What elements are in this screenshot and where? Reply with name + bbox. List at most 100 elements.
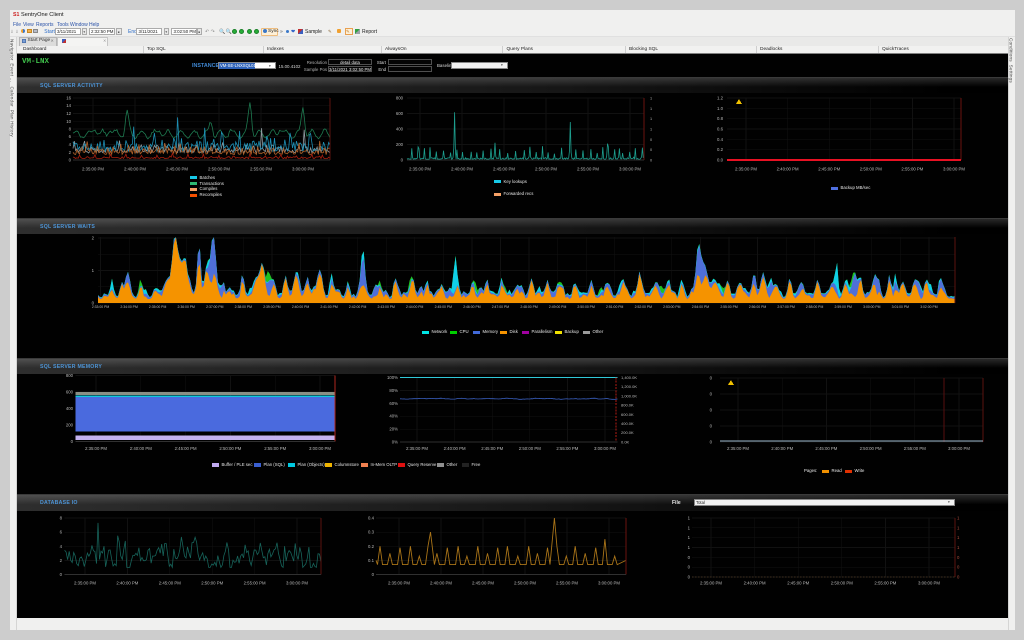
svg-text:6: 6	[60, 530, 63, 535]
svg-text:2:50:00 PM: 2:50:00 PM	[535, 167, 557, 172]
svg-text:2:56:00 PM: 2:56:00 PM	[749, 305, 767, 309]
svg-text:1: 1	[957, 535, 960, 540]
svg-text:2:40:00 PM: 2:40:00 PM	[430, 581, 452, 586]
svg-text:400: 400	[66, 406, 74, 411]
svg-text:2:40:00 PM: 2:40:00 PM	[444, 446, 466, 451]
svg-text:3:00:00 PM: 3:00:00 PM	[292, 167, 314, 172]
svg-text:2:35:00 PM: 2:35:00 PM	[727, 446, 749, 451]
svg-text:2:45:00 PM: 2:45:00 PM	[166, 167, 188, 172]
svg-text:200: 200	[66, 422, 74, 427]
svg-text:0.1: 0.1	[368, 558, 375, 563]
svg-text:2:45:00 PM: 2:45:00 PM	[175, 446, 197, 451]
svg-text:2:55:00 PM: 2:55:00 PM	[577, 167, 599, 172]
svg-text:0%: 0%	[392, 440, 398, 445]
svg-text:2:35:00 PM: 2:35:00 PM	[406, 446, 428, 451]
svg-text:2:33:00 PM: 2:33:00 PM	[92, 305, 110, 309]
svg-text:1: 1	[688, 535, 691, 540]
svg-text:3:00:00 PM: 3:00:00 PM	[286, 581, 308, 586]
svg-text:8: 8	[69, 127, 72, 132]
svg-text:10: 10	[66, 119, 71, 124]
svg-text:2:37:00 PM: 2:37:00 PM	[206, 305, 224, 309]
svg-text:2:59:00 PM: 2:59:00 PM	[835, 305, 853, 309]
svg-text:0: 0	[60, 572, 63, 577]
svg-text:2:50:00 PM: 2:50:00 PM	[514, 581, 536, 586]
svg-text:2:50:00 PM: 2:50:00 PM	[860, 446, 882, 451]
svg-text:0: 0	[71, 439, 74, 444]
svg-text:800.0K: 800.0K	[621, 403, 634, 408]
svg-text:0: 0	[688, 555, 691, 560]
svg-text:2:35:00 PM: 2:35:00 PM	[735, 167, 757, 172]
svg-text:4: 4	[60, 544, 63, 549]
svg-text:0: 0	[372, 572, 375, 577]
svg-text:16: 16	[66, 96, 71, 101]
svg-text:600: 600	[66, 390, 74, 395]
svg-text:1: 1	[957, 516, 960, 521]
svg-text:2:36:00 PM: 2:36:00 PM	[178, 305, 196, 309]
svg-text:0: 0	[401, 158, 404, 163]
svg-text:2:58:00 PM: 2:58:00 PM	[806, 305, 824, 309]
svg-text:2: 2	[92, 236, 95, 241]
svg-text:0: 0	[710, 424, 713, 429]
svg-text:1,000.0K: 1,000.0K	[621, 393, 637, 398]
svg-text:2:55:00 PM: 2:55:00 PM	[720, 305, 738, 309]
svg-text:2:55:00 PM: 2:55:00 PM	[556, 581, 578, 586]
svg-text:1: 1	[650, 107, 652, 111]
svg-text:2:57:00 PM: 2:57:00 PM	[777, 305, 795, 309]
svg-text:3:00:00 PM: 3:00:00 PM	[943, 167, 965, 172]
svg-text:800: 800	[396, 96, 404, 101]
svg-text:2:43:00 PM: 2:43:00 PM	[378, 305, 396, 309]
svg-text:2:35:00 PM: 2:35:00 PM	[85, 446, 107, 451]
svg-text:0: 0	[650, 159, 652, 163]
svg-text:0.0: 0.0	[717, 158, 724, 163]
svg-text:0.8: 0.8	[717, 116, 724, 121]
svg-text:2:50:00 PM: 2:50:00 PM	[208, 167, 230, 172]
svg-text:2:44:00 PM: 2:44:00 PM	[406, 305, 424, 309]
svg-text:1: 1	[688, 516, 691, 521]
svg-text:0: 0	[957, 575, 960, 580]
svg-text:2:55:00 PM: 2:55:00 PM	[874, 581, 896, 586]
svg-text:2:45:00 PM: 2:45:00 PM	[435, 305, 453, 309]
svg-text:2:50:00 PM: 2:50:00 PM	[201, 581, 223, 586]
svg-text:0.6: 0.6	[717, 127, 724, 132]
svg-text:600.0K: 600.0K	[621, 412, 634, 417]
svg-text:800: 800	[66, 373, 74, 378]
svg-text:2:39:00 PM: 2:39:00 PM	[263, 305, 281, 309]
svg-text:3:00:00 PM: 3:00:00 PM	[863, 305, 881, 309]
svg-text:2:47:00 PM: 2:47:00 PM	[492, 305, 510, 309]
svg-text:1: 1	[650, 97, 652, 101]
svg-text:0: 0	[650, 148, 652, 152]
svg-text:2:45:00 PM: 2:45:00 PM	[818, 167, 840, 172]
svg-text:2: 2	[69, 150, 72, 155]
svg-text:2: 2	[60, 558, 63, 563]
svg-text:2:40:00 PM: 2:40:00 PM	[451, 167, 473, 172]
svg-text:2:55:00 PM: 2:55:00 PM	[264, 446, 286, 451]
svg-text:0: 0	[710, 440, 713, 445]
svg-text:2:35:00 PM: 2:35:00 PM	[409, 167, 431, 172]
svg-text:0.0K: 0.0K	[621, 439, 630, 444]
svg-text:60%: 60%	[389, 401, 398, 406]
svg-text:0.4: 0.4	[368, 516, 375, 521]
svg-text:0: 0	[650, 138, 652, 142]
svg-text:2:40:00 PM: 2:40:00 PM	[292, 305, 310, 309]
svg-text:3:00:00 PM: 3:00:00 PM	[594, 446, 616, 451]
svg-text:2:40:00 PM: 2:40:00 PM	[130, 446, 152, 451]
svg-text:1: 1	[957, 545, 960, 550]
svg-text:0.3: 0.3	[368, 530, 375, 535]
svg-text:80%: 80%	[389, 388, 398, 393]
svg-text:0: 0	[957, 565, 960, 570]
svg-text:2:50:00 PM: 2:50:00 PM	[219, 446, 241, 451]
svg-text:0: 0	[710, 408, 713, 413]
svg-text:3:02:00 PM: 3:02:00 PM	[920, 305, 938, 309]
svg-text:3:01:00 PM: 3:01:00 PM	[892, 305, 910, 309]
svg-text:2:55:00 PM: 2:55:00 PM	[904, 446, 926, 451]
svg-text:2:50:00 PM: 2:50:00 PM	[831, 581, 853, 586]
svg-text:2:35:00 PM: 2:35:00 PM	[74, 581, 96, 586]
svg-text:0.4: 0.4	[717, 137, 724, 142]
svg-text:1,200.0K: 1,200.0K	[621, 384, 637, 389]
svg-text:2:40:00 PM: 2:40:00 PM	[771, 446, 793, 451]
svg-text:2:55:00 PM: 2:55:00 PM	[244, 581, 266, 586]
svg-text:1: 1	[688, 525, 691, 530]
svg-text:3:00:00 PM: 3:00:00 PM	[948, 446, 970, 451]
svg-text:1: 1	[650, 128, 652, 132]
svg-text:2:53:00 PM: 2:53:00 PM	[663, 305, 681, 309]
